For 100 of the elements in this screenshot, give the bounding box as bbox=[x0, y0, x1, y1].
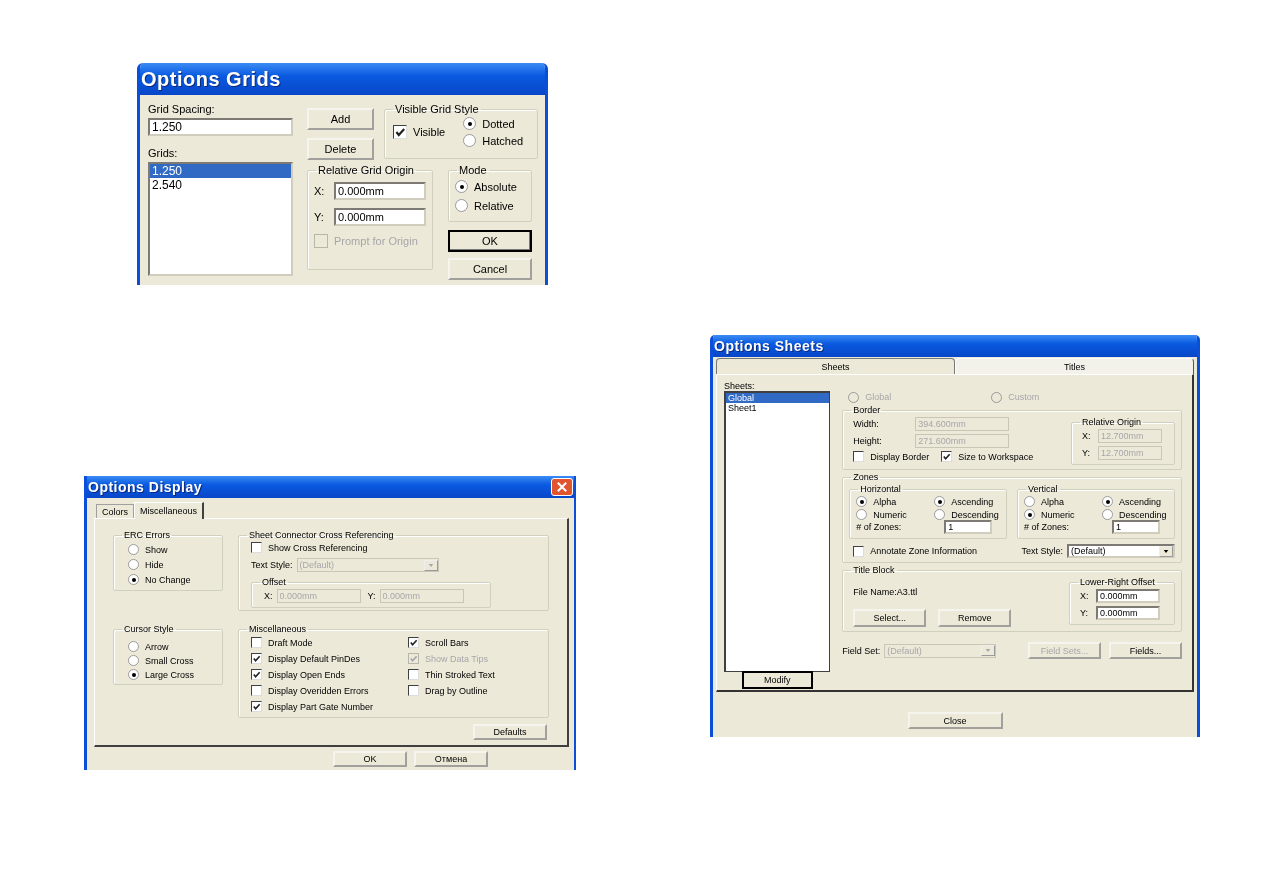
tab[interactable]: Miscellaneous bbox=[134, 502, 205, 519]
radio-button[interactable] bbox=[1102, 496, 1113, 507]
field-label: Y: bbox=[1082, 448, 1091, 458]
text-field[interactable]: 0.000mm bbox=[334, 208, 426, 226]
list-item[interactable]: 2.540 bbox=[150, 178, 291, 192]
checkbox[interactable] bbox=[393, 125, 407, 139]
group-title: Horizontal bbox=[859, 484, 902, 494]
checkbox-label: Size to Workspace bbox=[958, 451, 1034, 462]
radio-button[interactable] bbox=[934, 496, 946, 507]
checkbox[interactable] bbox=[251, 637, 262, 648]
dialog-button[interactable]: OK bbox=[333, 751, 407, 767]
radio-label: Descending bbox=[951, 509, 999, 520]
text-field[interactable]: 0.000mm bbox=[1096, 606, 1160, 620]
radio-button[interactable] bbox=[128, 559, 139, 570]
radio-label: Small Cross bbox=[145, 655, 194, 666]
checkbox-label: Drag by Outline bbox=[425, 685, 488, 696]
checkbox-label: Prompt for Origin bbox=[334, 235, 418, 247]
radio-label: Alpha bbox=[1041, 496, 1065, 507]
field-label: X: bbox=[314, 185, 326, 197]
field-label: Text Style: bbox=[251, 560, 293, 570]
checkbox-label: Display Open Ends bbox=[268, 669, 346, 680]
radio-button[interactable] bbox=[455, 199, 468, 212]
title-block-button[interactable]: Select... bbox=[853, 609, 927, 627]
radio-button[interactable] bbox=[128, 655, 139, 666]
defaults-button[interactable]: Defaults bbox=[473, 724, 547, 740]
field-label: Field Set: bbox=[842, 645, 881, 656]
radio-button[interactable] bbox=[463, 134, 477, 147]
radio-label: Numeric bbox=[1041, 509, 1075, 520]
checkbox[interactable] bbox=[251, 653, 262, 664]
checkbox[interactable] bbox=[941, 451, 953, 462]
tab[interactable]: Sheets bbox=[716, 358, 955, 374]
radio-label: Numeric bbox=[873, 509, 907, 520]
field-label: Y: bbox=[367, 591, 376, 601]
radio-label: Ascending bbox=[951, 496, 994, 507]
field-button[interactable]: Fields... bbox=[1109, 642, 1182, 659]
dropdown[interactable]: (Default) bbox=[1067, 544, 1175, 558]
group-title: ERC Errors bbox=[123, 530, 171, 540]
field-label: Y: bbox=[314, 211, 325, 223]
list-item[interactable]: Global bbox=[726, 393, 830, 403]
radio-button[interactable] bbox=[1102, 509, 1113, 520]
checkbox-label: Visible bbox=[413, 126, 446, 138]
checkbox-label: Show Cross Referencing bbox=[268, 542, 368, 553]
radio-button[interactable] bbox=[856, 496, 868, 507]
radio-button[interactable] bbox=[1024, 496, 1035, 507]
list-item[interactable]: Sheet1 bbox=[726, 403, 830, 413]
text-field[interactable]: 0.000mm bbox=[334, 182, 426, 200]
list-button[interactable]: Delete bbox=[307, 138, 374, 160]
dialog-button[interactable]: Cancel bbox=[448, 258, 532, 280]
field-label: X: bbox=[1080, 591, 1090, 601]
radio-label: Alpha bbox=[873, 496, 897, 507]
field-label: Text Style: bbox=[1021, 546, 1063, 556]
field-label: # of Zones: bbox=[856, 522, 903, 532]
group-title: Offset bbox=[261, 577, 287, 587]
radio-button[interactable] bbox=[128, 574, 139, 585]
list-button[interactable]: Add bbox=[307, 108, 374, 130]
radio-button[interactable] bbox=[455, 180, 468, 193]
radio-button[interactable] bbox=[128, 641, 139, 652]
group-title: Title Block bbox=[852, 565, 896, 575]
dialog-button[interactable]: Отмена bbox=[414, 751, 488, 767]
text-field[interactable]: 0.000mm bbox=[1096, 589, 1160, 603]
group-title: Vertical bbox=[1027, 484, 1059, 494]
radio-button[interactable] bbox=[128, 544, 139, 555]
checkbox[interactable] bbox=[853, 545, 865, 557]
checkbox[interactable] bbox=[408, 669, 419, 680]
radio-button[interactable] bbox=[856, 509, 868, 520]
radio-button[interactable] bbox=[1024, 509, 1035, 520]
checkbox-label: Display Overidden Errors bbox=[268, 685, 369, 696]
text-field[interactable]: 1 bbox=[944, 520, 993, 534]
title-block-button[interactable]: Remove bbox=[938, 609, 1012, 627]
checkbox[interactable] bbox=[251, 701, 262, 712]
group-title: Mode bbox=[458, 164, 488, 176]
checkbox[interactable] bbox=[853, 451, 865, 462]
list-item[interactable]: 1.250 bbox=[150, 164, 291, 178]
checkbox-label: Show Data Tips bbox=[425, 653, 489, 664]
tab[interactable]: Titles bbox=[955, 358, 1194, 374]
text-field[interactable]: 1 bbox=[1112, 520, 1160, 534]
text-field[interactable]: 1.250 bbox=[148, 118, 293, 136]
radio-label: Descending bbox=[1119, 509, 1167, 520]
close-icon bbox=[555, 481, 569, 493]
checkbox[interactable] bbox=[408, 637, 419, 648]
checkbox[interactable] bbox=[251, 669, 262, 680]
tab[interactable]: Colors bbox=[96, 504, 134, 518]
checkbox[interactable] bbox=[251, 685, 262, 696]
caret-icon bbox=[423, 559, 438, 571]
close-button[interactable] bbox=[551, 478, 573, 496]
dialog-button[interactable]: OK bbox=[448, 230, 532, 252]
radio-label: Global bbox=[865, 392, 892, 402]
checkbox-label: Thin Stroked Text bbox=[425, 669, 495, 680]
checkbox[interactable] bbox=[408, 685, 419, 696]
close-button[interactable]: Close bbox=[907, 712, 1003, 729]
checkbox[interactable] bbox=[251, 542, 262, 553]
modify-button[interactable]: Modify bbox=[741, 671, 813, 689]
radio-label: Ascending bbox=[1119, 496, 1162, 507]
radio-button[interactable] bbox=[934, 509, 946, 520]
group-title: Relative Origin bbox=[1081, 417, 1143, 427]
group-title: Cursor Style bbox=[123, 624, 175, 634]
window-title: Options Grids bbox=[141, 67, 281, 91]
radio-button[interactable] bbox=[128, 669, 139, 680]
window-title: Options Display bbox=[88, 479, 203, 495]
radio-button[interactable] bbox=[463, 117, 477, 130]
